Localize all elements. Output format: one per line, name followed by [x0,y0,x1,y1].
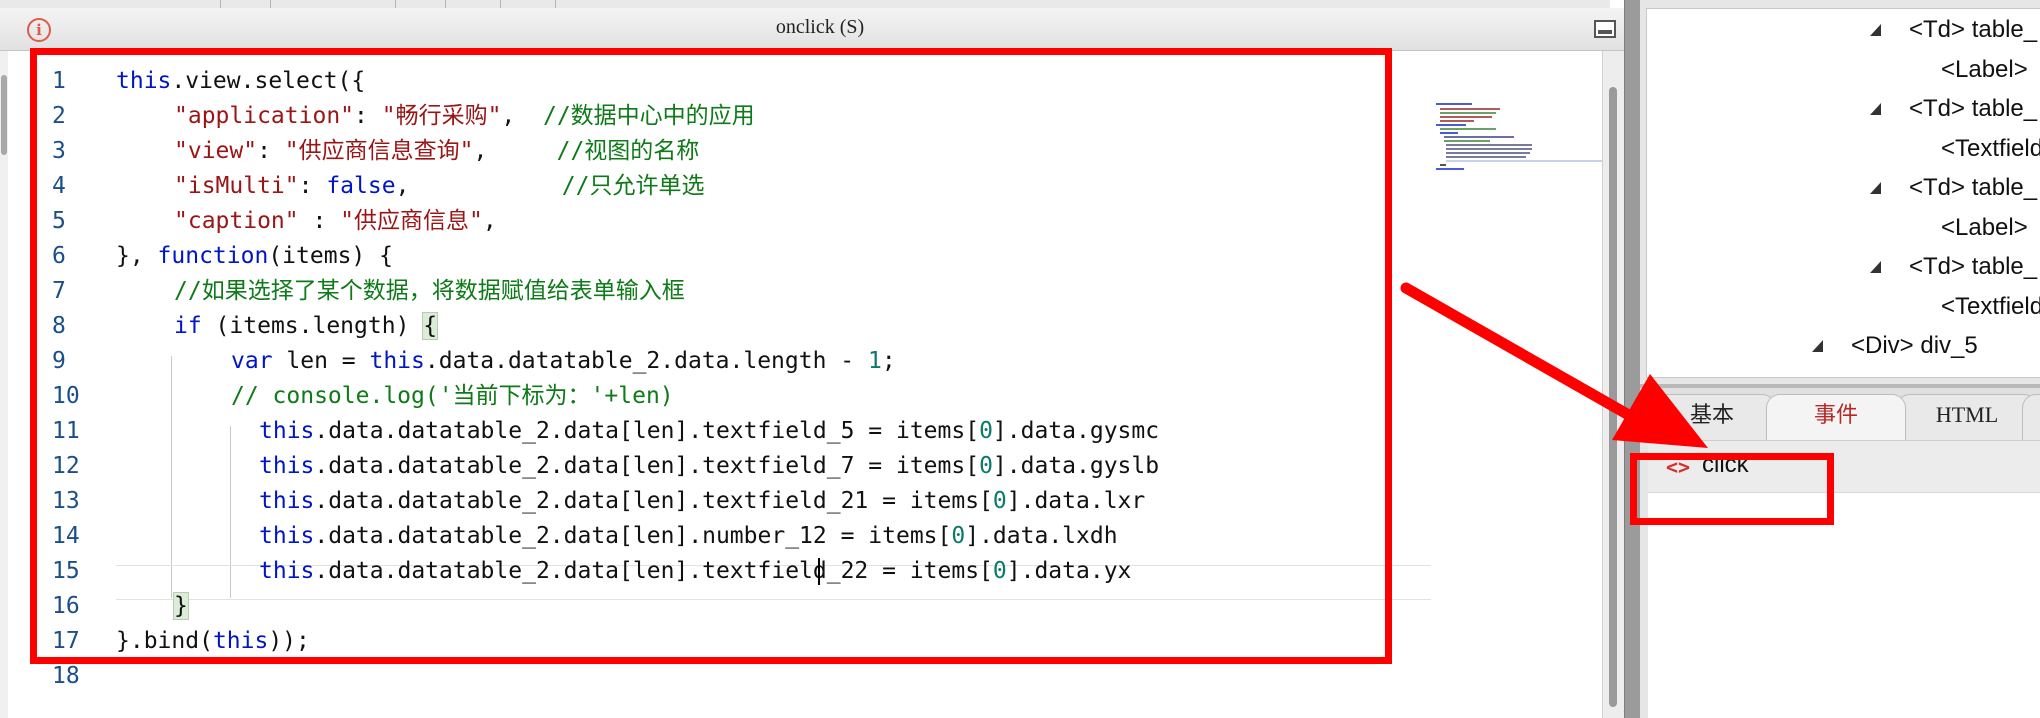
expand-arrow-icon[interactable] [1869,260,1883,274]
split-divider[interactable] [1624,0,1640,718]
tree-node-label[interactable]: <Label> [1941,211,2028,245]
window-title: onclick (S) [775,16,865,38]
tab-bar: 基本 事件 HTML JS [1640,388,2040,440]
tab-events[interactable]: 事件 [1766,394,1906,440]
expand-arrow-icon[interactable] [1811,339,1825,353]
code-highlight-box [30,48,1392,664]
tree-node-td[interactable]: <Td> table_ [1909,250,2037,284]
minimize-icon[interactable] [1594,20,1616,38]
tree-node-textfield[interactable]: <Textfield [1941,132,2040,166]
expand-arrow-icon[interactable] [1869,181,1883,195]
title-bar: i onclick (S) [0,8,1624,51]
tree-node-td[interactable]: <Td> table_ [1909,92,2037,126]
tree-node-div[interactable]: <Div> div_5 [1851,329,1978,363]
left-scrollbar[interactable] [0,51,8,718]
expand-arrow-icon[interactable] [1869,23,1883,37]
tab-html[interactable]: HTML [1896,394,2038,440]
properties-panel: <Td> table_ <Label> <Td> table_ <Textfie… [1640,0,2040,718]
line-number: 18 [52,663,80,689]
tab-basic[interactable]: 基本 [1648,394,1776,440]
tree-node-label[interactable]: <Label> [1941,53,2028,87]
screen: i onclick (S) 1 2 3 4 5 6 7 8 9 10 11 12… [0,0,2040,718]
component-tree: <Td> table_ <Label> <Td> table_ <Textfie… [1646,8,2040,378]
expand-arrow-icon[interactable] [1869,102,1883,116]
tab-js[interactable]: JS [2022,394,2040,440]
left-scrollbar-thumb[interactable] [1,75,7,155]
tree-node-td[interactable]: <Td> table_ [1909,171,2037,205]
right-scrollbar[interactable] [1602,51,1624,718]
tree-node-textfield[interactable]: <Textfield [1941,290,2040,324]
tree-node-td[interactable]: <Td> table_ [1909,13,2037,47]
click-event-highlight-box [1630,453,1834,525]
code-minimap[interactable] [1436,101,1620,181]
right-scrollbar-thumb[interactable] [1609,87,1617,707]
